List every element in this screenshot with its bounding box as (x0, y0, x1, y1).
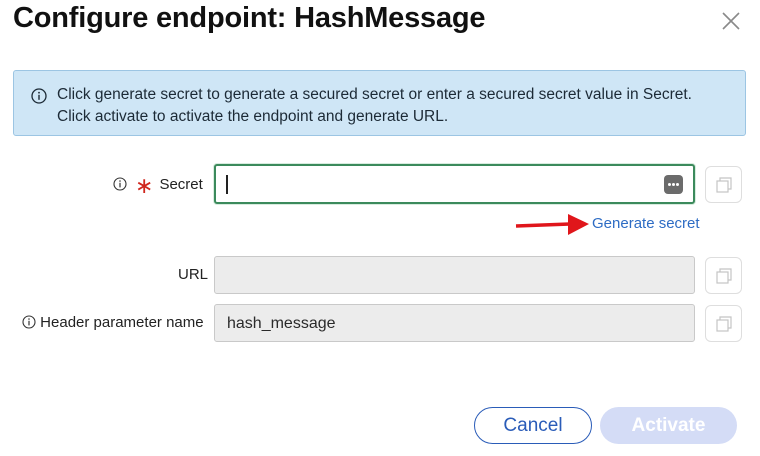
dialog-title: Configure endpoint: HashMessage (13, 2, 486, 34)
more-options-icon[interactable] (664, 175, 683, 194)
info-icon (31, 88, 47, 104)
copy-header-param-button[interactable] (705, 305, 742, 342)
header-param-label: Header parameter name (40, 314, 204, 331)
url-field (214, 256, 695, 294)
cancel-button[interactable]: Cancel (474, 407, 592, 444)
header-param-field: hash_message (214, 304, 695, 342)
secret-label: Secret (159, 176, 203, 193)
pointer-arrow-icon (515, 214, 589, 235)
copy-icon (716, 268, 732, 284)
url-label: URL (178, 266, 209, 283)
text-caret (226, 175, 228, 194)
required-marker: ∗ (135, 173, 154, 198)
header-param-label-group: Header parameter name (22, 314, 204, 331)
close-icon[interactable] (718, 8, 744, 34)
info-banner: Click generate secret to generate a secu… (13, 70, 746, 136)
banner-line-1: Click generate secret to generate a secu… (57, 86, 692, 103)
copy-secret-button[interactable] (705, 166, 742, 203)
info-icon[interactable] (113, 177, 127, 191)
activate-button[interactable]: Activate (600, 407, 737, 444)
copy-icon (716, 177, 732, 193)
secret-input[interactable] (214, 164, 695, 204)
secret-label-group: ∗ Secret (113, 175, 203, 197)
banner-line-2: Click activate to activate the endpoint … (57, 108, 449, 125)
copy-icon (716, 316, 732, 332)
copy-url-button[interactable] (705, 257, 742, 294)
info-icon[interactable] (22, 315, 36, 329)
generate-secret-link[interactable]: Generate secret (592, 215, 700, 232)
header-param-value: hash_message (227, 315, 336, 332)
